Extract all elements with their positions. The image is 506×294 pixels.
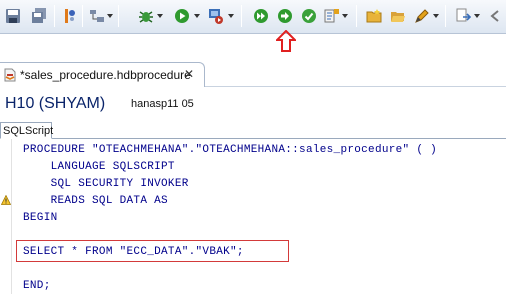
pencil-icon[interactable]	[413, 7, 431, 25]
sql-console-icon[interactable]	[323, 7, 341, 25]
code-line: BEGIN	[23, 212, 58, 224]
procedure-file-icon	[4, 68, 16, 82]
toolbar-separator	[445, 5, 446, 27]
close-icon[interactable]: ✕	[184, 67, 194, 81]
code-line: LANGUAGE SQLSCRIPT	[23, 161, 175, 173]
toolbar-separator	[241, 5, 242, 27]
open-folder-icon[interactable]	[389, 7, 407, 25]
toolbar-separator	[54, 5, 55, 27]
toolbar-separator	[82, 5, 83, 27]
activate-icon[interactable]	[276, 7, 294, 25]
tab-sqlscript[interactable]: SQLScript	[0, 122, 53, 139]
external-tools-icon[interactable]	[207, 7, 225, 25]
dropdown-arrow[interactable]	[228, 14, 234, 18]
editor-tab-label: *sales_procedure.hdbprocedure	[20, 68, 191, 82]
dropdown-arrow[interactable]	[474, 14, 480, 18]
code-line: READS SQL DATA AS	[23, 195, 168, 207]
navigate-back-icon[interactable]	[486, 7, 504, 25]
main-toolbar	[0, 0, 506, 34]
dropdown-arrow[interactable]	[433, 14, 439, 18]
code-line: PROCEDURE "OTEACHMEHANA"."OTEACHMEHANA::…	[23, 144, 438, 156]
host-label: hanasp11 05	[131, 98, 194, 110]
run-icon[interactable]	[173, 7, 191, 25]
toolbar-separator	[118, 5, 119, 27]
toggle-breakpoint-icon[interactable]	[60, 7, 78, 25]
navigate-icon[interactable]	[455, 7, 473, 25]
system-title: H10 (SHYAM)	[5, 95, 106, 112]
editor-tab[interactable]: *sales_procedure.hdbprocedure ✕	[0, 62, 205, 87]
red-callout-arrow-icon	[276, 30, 296, 52]
tree-hierarchy-icon[interactable]	[88, 7, 106, 25]
dropdown-arrow[interactable]	[157, 14, 163, 18]
editor-tab-bar: *sales_procedure.hdbprocedure ✕	[0, 62, 506, 87]
new-folder-icon[interactable]	[365, 7, 383, 25]
toolbar-separator	[356, 5, 357, 27]
select-statement-highlight	[16, 240, 289, 262]
debug-icon[interactable]	[137, 7, 155, 25]
dropdown-arrow[interactable]	[342, 14, 348, 18]
code-editor[interactable]: PROCEDURE "OTEACHMEHANA"."OTEACHMEHANA::…	[0, 139, 506, 294]
code-line: SQL SECURITY INVOKER	[23, 178, 189, 190]
save-all-icon[interactable]	[30, 7, 48, 25]
save-icon[interactable]	[4, 7, 22, 25]
code-line: END;	[23, 280, 51, 292]
dropdown-arrow[interactable]	[194, 14, 200, 18]
check-consistency-icon[interactable]	[300, 7, 318, 25]
activate-all-icon[interactable]	[252, 7, 270, 25]
dropdown-arrow[interactable]	[107, 14, 113, 18]
